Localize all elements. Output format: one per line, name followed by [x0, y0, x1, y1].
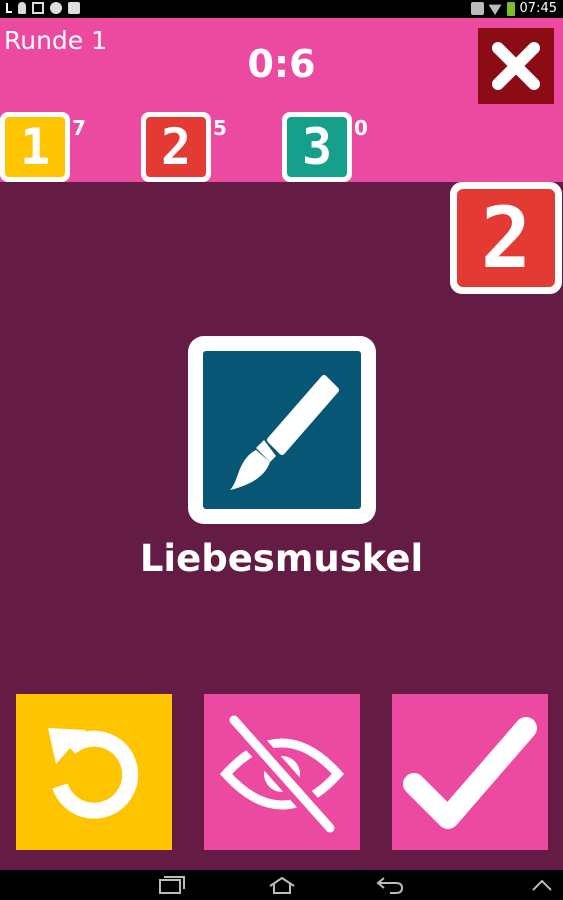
correct-button[interactable]	[392, 694, 548, 850]
team-3-badge: 3	[282, 112, 352, 182]
usb-icon	[6, 3, 12, 13]
eye-off-icon	[219, 712, 345, 836]
team-3-score: 0	[354, 116, 368, 140]
overflow-button[interactable]	[527, 875, 557, 895]
recent-apps-icon	[159, 876, 185, 894]
game-board: 2 Liebesmuskel	[0, 182, 563, 870]
game-header: Runde 1 0:6 1 7 2 5 3 0	[0, 18, 563, 182]
wifi-icon	[488, 4, 502, 15]
bag-icon	[68, 2, 80, 14]
undo-button[interactable]	[16, 694, 172, 850]
clock: 07:45	[519, 1, 557, 16]
undo-icon	[48, 728, 139, 819]
term-word: Liebesmuskel	[139, 537, 424, 580]
team-1-score: 7	[72, 116, 86, 140]
status-bar: 07:45	[0, 0, 563, 18]
team-1-badge: 1	[0, 112, 70, 182]
active-team-badge: 2	[450, 182, 562, 294]
battery-icon	[506, 1, 515, 16]
active-team-number: 2	[457, 189, 555, 287]
home-icon	[269, 876, 295, 894]
person-icon	[18, 2, 26, 14]
team-3-number: 3	[287, 117, 347, 177]
chevron-up-icon	[532, 879, 552, 891]
team-2-number: 2	[146, 117, 206, 177]
team-2-score: 5	[213, 116, 227, 140]
close-icon	[492, 42, 540, 90]
team-2-badge: 2	[141, 112, 211, 182]
notification-icons	[6, 2, 80, 14]
globe-icon	[50, 2, 62, 14]
recent-apps-button[interactable]	[157, 875, 187, 895]
back-button[interactable]	[375, 875, 405, 895]
hide-button[interactable]	[204, 694, 360, 850]
checkmark-icon	[403, 717, 537, 829]
navigation-bar	[0, 870, 563, 900]
back-icon	[376, 877, 404, 894]
category-card	[188, 336, 376, 524]
close-button[interactable]	[478, 28, 554, 104]
brush-icon	[230, 375, 339, 490]
system-icons: 07:45	[470, 1, 557, 16]
home-button[interactable]	[267, 875, 297, 895]
mute-icon	[470, 2, 484, 15]
image-icon	[32, 2, 44, 14]
team-1-number: 1	[5, 117, 65, 177]
